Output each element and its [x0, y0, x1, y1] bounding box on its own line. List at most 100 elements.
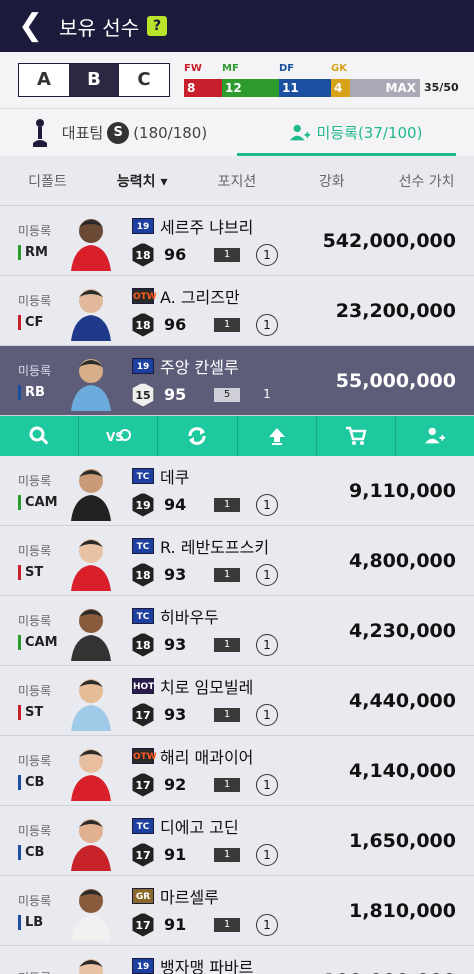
registration-status: 미등록 — [18, 823, 52, 838]
player-row[interactable]: 미등록 ST TC R. 레반도프스키 18 93 1 1 4,800,000 — [0, 526, 474, 596]
squad-tab-c[interactable]: C — [119, 64, 169, 96]
enhance-level: 1 — [214, 247, 240, 262]
grade-badge: 17 — [132, 772, 154, 797]
sell-button[interactable] — [317, 416, 396, 456]
player-info: TC 디에고 고딘 17 91 1 1 — [132, 814, 282, 868]
player-value: 542,000,000 — [322, 229, 456, 252]
enhance-level: 1 — [214, 777, 240, 792]
overall-rating: 93 — [164, 565, 187, 584]
player-avatar — [79, 958, 103, 974]
back-arrow-icon[interactable]: ❮ — [18, 11, 43, 41]
player-row[interactable]: 미등록 CAM TC 히바우두 18 93 1 1 4,230,000 — [0, 596, 474, 666]
register-button[interactable] — [396, 416, 474, 456]
player-value: 1,810,000 — [349, 899, 456, 922]
sort-default[interactable]: 디폴트 — [0, 171, 95, 191]
player-avatar — [71, 888, 111, 941]
player-value: 1,650,000 — [349, 829, 456, 852]
sort-ability-label: 능력치 — [116, 173, 156, 190]
search-button[interactable] — [0, 416, 80, 456]
season-badge: GR — [132, 887, 154, 904]
player-row[interactable]: 미등록 CF OTW A. 그리즈만 18 96 1 1 23,200,000 — [0, 276, 474, 346]
player-stats-line: 15 95 5 1 — [132, 382, 282, 408]
registration-status: 미등록 — [18, 293, 52, 308]
slot-count: 1 — [256, 243, 278, 266]
registration-status: 미등록 — [18, 473, 52, 488]
player-info: TC 데쿠 19 94 1 1 — [132, 464, 282, 518]
squad-tab-a[interactable]: A — [19, 64, 69, 96]
player-name-line: TC 히바우두 — [132, 604, 282, 628]
sort-ability[interactable]: 능력치 ▾ — [95, 171, 190, 191]
grade-badge: 15 — [132, 382, 154, 407]
overall-rating: 92 — [164, 775, 187, 794]
sort-position[interactable]: 포지션 — [190, 171, 285, 191]
player-position: CF — [18, 314, 66, 330]
player-row[interactable]: 미등록 ST HOT 치로 임모빌레 17 93 1 1 4,440,000 — [0, 666, 474, 736]
enhance-level: 1 — [214, 847, 240, 862]
player-stats-line: 18 96 1 1 — [132, 242, 282, 268]
help-icon[interactable]: ? — [147, 16, 168, 36]
player-row[interactable]: 미등록 CB OTW 해리 매과이어 17 92 1 1 4,140,000 — [0, 736, 474, 806]
player-status-block: 미등록 — [0, 969, 66, 974]
player-stats-line: 19 94 1 1 — [132, 492, 282, 518]
player-name: 디에고 고딘 — [160, 817, 239, 837]
player-status-block: 미등록 LB — [0, 892, 66, 930]
sort-enhance[interactable]: 강화 — [284, 171, 379, 191]
enhance-level: 1 — [214, 317, 240, 332]
mf-segment: MF 12 — [222, 63, 279, 97]
season-badge: 19 — [132, 217, 154, 234]
df-count: 11 — [279, 79, 331, 97]
slot-count: 1 — [256, 633, 278, 656]
player-status-block: 미등록 RM — [0, 222, 66, 260]
player-stats-line: 18 96 1 1 — [132, 312, 282, 338]
player-name-line: TC 데쿠 — [132, 464, 282, 488]
top-bar: ❮ 보유 선수 ? — [0, 0, 474, 52]
overall-rating: 94 — [164, 495, 187, 514]
player-avatar — [71, 358, 111, 411]
slot-count: 1 — [256, 563, 278, 586]
player-value: 4,440,000 — [349, 689, 456, 712]
player-row[interactable]: 미등록 RB 19 주앙 칸셀루 15 95 5 1 55,000,000 — [0, 346, 474, 416]
registration-status: 미등록 — [18, 893, 52, 908]
season-badge: 19 — [132, 957, 154, 974]
player-stats-line: 18 93 1 1 — [132, 632, 282, 658]
team-tabs: 대표팀 S (180/180) 미등록(37/100) — [0, 108, 474, 156]
page-title: 보유 선수 — [59, 15, 140, 40]
grade-badge: 17 — [132, 842, 154, 867]
player-row[interactable]: 미등록 LB GR 마르셀루 17 91 1 1 1,810,000 — [0, 876, 474, 946]
spurs-crest-icon — [32, 118, 47, 147]
upgrade-button[interactable] — [238, 416, 317, 456]
player-row[interactable]: 미등록 CB TC 디에고 고딘 17 91 1 1 1,650,000 — [0, 806, 474, 876]
grade-badge: 17 — [132, 702, 154, 727]
player-info: TC R. 레반도프스키 18 93 1 1 — [132, 534, 282, 588]
overall-rating: 91 — [164, 915, 187, 934]
player-value: 4,800,000 — [349, 549, 456, 572]
player-avatar — [71, 468, 111, 521]
overall-rating: 91 — [164, 845, 187, 864]
registration-status: 미등록 — [18, 363, 52, 378]
enhance-level: 1 — [214, 497, 240, 512]
player-info: TC 히바우두 18 93 1 1 — [132, 604, 282, 658]
player-name: A. 그리즈만 — [160, 287, 240, 307]
tab-national-team[interactable]: 대표팀 S (180/180) — [0, 109, 237, 156]
player-stats-line: 17 93 1 1 — [132, 702, 282, 728]
fw-label: FW — [184, 63, 202, 74]
player-avatar — [71, 748, 111, 801]
enhance-level: 5 — [214, 387, 240, 402]
squad-tab-b[interactable]: B — [69, 64, 119, 96]
player-status-block: 미등록 CAM — [0, 472, 66, 510]
player-row[interactable]: 미등록 RM 19 세르주 냐브리 18 96 1 1 542,000,000 — [0, 206, 474, 276]
df-label: DF — [279, 63, 295, 74]
season-badge: TC — [132, 817, 154, 834]
player-row[interactable]: 미등록 19 뱅자맹 파바르 100,000,000 — [0, 946, 474, 974]
sort-value[interactable]: 선수 가치 — [379, 171, 474, 191]
compare-button[interactable]: VS — [79, 416, 159, 456]
player-row[interactable]: 미등록 CAM TC 데쿠 19 94 1 1 9,110,000 — [0, 456, 474, 526]
player-value: 100,000,000 — [323, 970, 456, 974]
enhance-level: 1 — [214, 917, 240, 932]
grade-badge: 17 — [132, 912, 154, 937]
player-name-line: HOT 치로 임모빌레 — [132, 674, 282, 698]
tab-unregistered[interactable]: 미등록(37/100) — [237, 109, 474, 156]
swap-button[interactable] — [158, 416, 238, 456]
player-status-block: 미등록 RB — [0, 362, 66, 400]
grade-badge: 18 — [132, 312, 154, 337]
